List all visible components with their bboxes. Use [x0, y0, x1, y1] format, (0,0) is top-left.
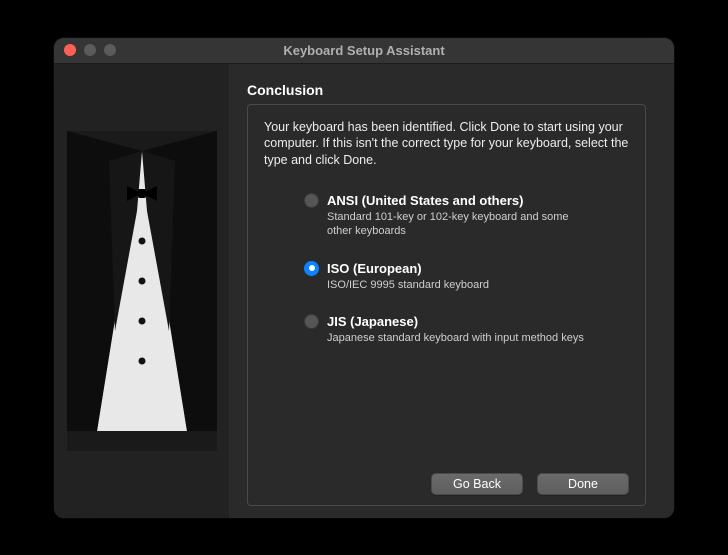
option-desc: ISO/IEC 9995 standard keyboard	[304, 278, 584, 292]
page-heading: Conclusion	[247, 82, 646, 98]
tuxedo-icon	[67, 131, 217, 451]
done-button[interactable]: Done	[537, 473, 629, 495]
option-label: ANSI (United States and others)	[327, 193, 523, 208]
radio-iso[interactable]	[304, 261, 319, 276]
content-pane: Conclusion Your keyboard has been identi…	[229, 64, 674, 518]
window-body: Conclusion Your keyboard has been identi…	[54, 64, 674, 518]
intro-text: Your keyboard has been identified. Click…	[264, 119, 629, 170]
window-title: Keyboard Setup Assistant	[54, 43, 674, 58]
option-iso[interactable]: ISO (European) ISO/IEC 9995 standard key…	[304, 261, 629, 292]
go-back-button[interactable]: Go Back	[431, 473, 523, 495]
option-label: ISO (European)	[327, 261, 422, 276]
option-desc: Japanese standard keyboard with input me…	[304, 331, 584, 345]
traffic-lights	[54, 44, 116, 56]
radio-ansi[interactable]	[304, 193, 319, 208]
option-desc: Standard 101-key or 102-key keyboard and…	[304, 210, 584, 239]
assistant-window: Keyboard Setup Assistant	[54, 38, 674, 518]
footer-buttons: Go Back Done	[264, 463, 629, 495]
maximize-icon	[104, 44, 116, 56]
option-label: JIS (Japanese)	[327, 314, 418, 329]
radio-jis[interactable]	[304, 314, 319, 329]
minimize-icon	[84, 44, 96, 56]
close-icon[interactable]	[64, 44, 76, 56]
conclusion-panel: Your keyboard has been identified. Click…	[247, 104, 646, 506]
keyboard-type-options: ANSI (United States and others) Standard…	[264, 193, 629, 345]
titlebar: Keyboard Setup Assistant	[54, 38, 674, 64]
option-jis[interactable]: JIS (Japanese) Japanese standard keyboar…	[304, 314, 629, 345]
sidebar-artwork	[54, 64, 229, 518]
option-ansi[interactable]: ANSI (United States and others) Standard…	[304, 193, 629, 239]
